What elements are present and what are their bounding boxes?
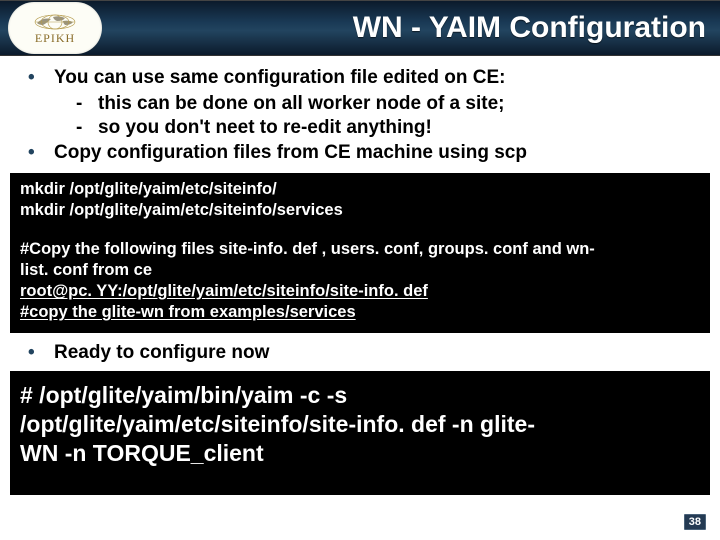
bullet-text: Ready to configure now (54, 341, 702, 366)
bullet-group-2: • Ready to configure now (0, 335, 720, 369)
bullet-icon: • (28, 341, 44, 366)
sub-bullet-item: - so you don't neet to re-edit anything! (76, 116, 702, 141)
code-line: /opt/glite/yaim/etc/siteinfo/site-info. … (20, 410, 700, 439)
code-block-1: mkdir /opt/glite/yaim/etc/siteinfo/ mkdi… (10, 173, 710, 334)
slide: EPIKH WN - YAIM Configuration • You can … (0, 0, 720, 540)
dash-icon: - (76, 116, 88, 141)
scp-user-host: root@pc. YY: (20, 282, 123, 300)
scp-path: /opt/glite/yaim/etc/siteinfo/site-info. … (123, 282, 428, 300)
bullet-text: You can use same configuration file edit… (54, 66, 702, 91)
logo-brand-text: EPIKH (35, 31, 75, 46)
bullet-item: • Ready to configure now (28, 341, 702, 366)
bullet-group-1: • You can use same configuration file ed… (0, 62, 720, 169)
sub-bullet-text: this can be done on all worker node of a… (98, 92, 504, 117)
code-line: mkdir /opt/glite/yaim/etc/siteinfo/servi… (20, 200, 700, 221)
page-number: 38 (684, 514, 706, 530)
code-line: list. conf from ce (20, 260, 700, 281)
page-title: WN - YAIM Configuration (110, 11, 720, 45)
logo: EPIKH (8, 2, 102, 54)
code-line: WN -n TORQUE_client (20, 439, 700, 468)
sub-bullet-item: - this can be done on all worker node of… (76, 92, 702, 117)
code-line: mkdir /opt/glite/yaim/etc/siteinfo/ (20, 179, 700, 200)
dash-icon: - (76, 92, 88, 117)
code-line: root@pc. YY:/opt/glite/yaim/etc/siteinfo… (20, 281, 700, 302)
bullet-text: Copy configuration files from CE machine… (54, 141, 702, 166)
code-line: #copy the glite-wn from examples/service… (20, 302, 700, 323)
bullet-icon: • (28, 66, 44, 91)
bullet-item: • Copy configuration files from CE machi… (28, 141, 702, 166)
slide-body: • You can use same configuration file ed… (0, 56, 720, 540)
code-blank-line (20, 221, 700, 239)
bullet-icon: • (28, 141, 44, 166)
code-line: #Copy the following files site-info. def… (20, 239, 700, 260)
bullet-item: • You can use same configuration file ed… (28, 66, 702, 91)
globe-icon (33, 11, 77, 31)
code-line: # /opt/glite/yaim/bin/yaim -c -s (20, 381, 700, 410)
slide-header: EPIKH WN - YAIM Configuration (0, 0, 720, 56)
code-block-2: # /opt/glite/yaim/bin/yaim -c -s /opt/gl… (10, 371, 710, 495)
sub-bullet-text: so you don't neet to re-edit anything! (98, 116, 432, 141)
